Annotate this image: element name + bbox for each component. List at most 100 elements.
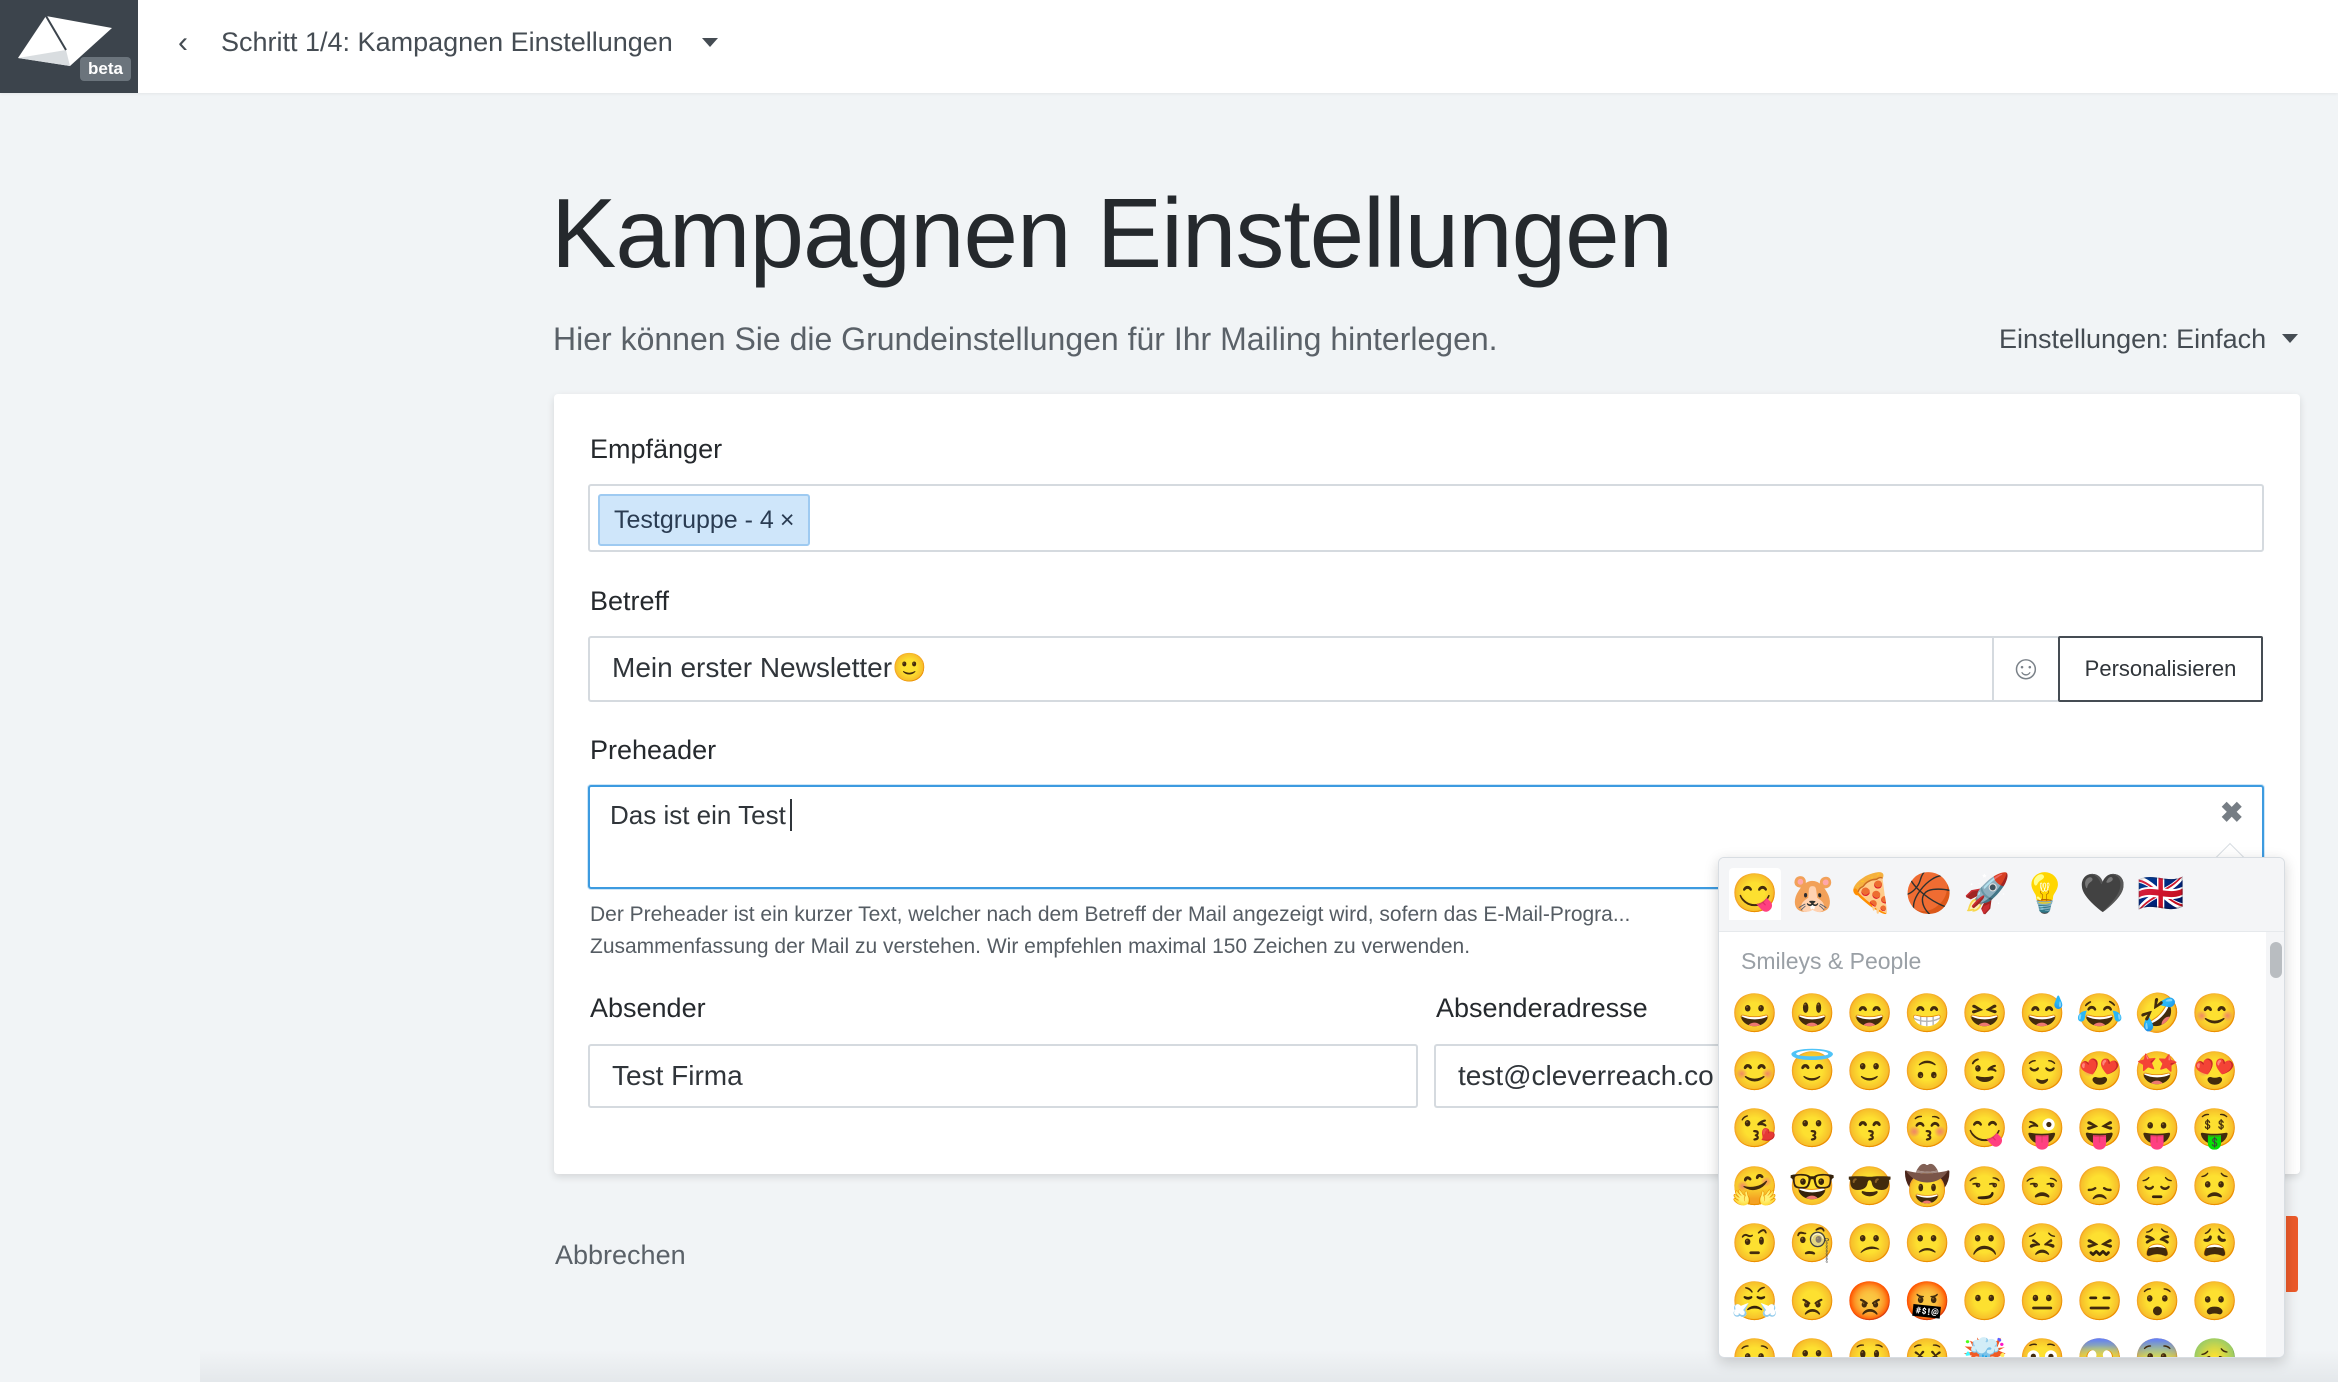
emoji-item[interactable]: 😞 <box>2074 1161 2126 1213</box>
emoji-item[interactable]: 😟 <box>2189 1161 2241 1213</box>
emoji-item[interactable]: 🤓 <box>1787 1161 1839 1213</box>
sender-label: Absender <box>590 993 706 1023</box>
emoji-item[interactable]: 🤩 <box>2132 1046 2184 1098</box>
category-flags-icon[interactable]: 🇬🇧 <box>2135 868 2187 920</box>
emoji-item[interactable]: 😯 <box>2132 1276 2184 1328</box>
emoji-item[interactable]: 😚 <box>1902 1103 1954 1155</box>
recipients-input[interactable] <box>588 484 2264 552</box>
emoji-item[interactable]: 😧 <box>1729 1333 1781 1357</box>
emoji-picker-button[interactable]: ☺ <box>1992 636 2058 700</box>
emoji-item[interactable]: 😵 <box>1902 1333 1954 1357</box>
emoji-item[interactable]: 😇 <box>1787 1046 1839 1098</box>
emoji-item[interactable]: 😨 <box>2132 1333 2184 1357</box>
emoji-item[interactable]: 🤑 <box>2189 1103 2241 1155</box>
emoji-item[interactable]: 🤬 <box>1902 1276 1954 1328</box>
personalize-button[interactable]: Personalisieren <box>2058 636 2263 702</box>
emoji-item[interactable]: 🤣 <box>2132 988 2184 1040</box>
emoji-item[interactable]: 🤗 <box>1729 1161 1781 1213</box>
preheader-label: Preheader <box>590 735 717 765</box>
emoji-item[interactable]: 😀 <box>1729 988 1781 1040</box>
category-food-icon[interactable]: 🍕 <box>1845 868 1897 920</box>
emoji-item[interactable]: 😎 <box>1844 1161 1896 1213</box>
category-travel-icon[interactable]: 🚀 <box>1961 868 2013 920</box>
remove-tag-icon[interactable]: × <box>780 506 795 534</box>
emoji-item[interactable]: 🤨 <box>1729 1218 1781 1270</box>
cancel-link[interactable]: Abbrechen <box>555 1238 686 1272</box>
emoji-picker: 😋 🐹 🍕 🏀 🚀 💡 🖤 🇬🇧 Smileys & People 😀 😃 😄 😁 😆 😅… <box>1718 857 2285 1358</box>
page-title: Kampagnen Einstellungen <box>551 178 1673 288</box>
emoji-item[interactable]: 😄 <box>1844 988 1896 1040</box>
smiley-icon: ☺ <box>2008 649 2044 687</box>
emoji-item[interactable]: 😗 <box>1787 1103 1839 1155</box>
emoji-item[interactable]: 😩 <box>2189 1218 2241 1270</box>
emoji-item[interactable]: 🙁 <box>1902 1218 1954 1270</box>
emoji-item[interactable]: 😃 <box>1787 988 1839 1040</box>
emoji-item[interactable]: 😊 <box>2189 988 2241 1040</box>
recipient-tag: Testgruppe - 4 × <box>598 494 811 546</box>
emoji-item[interactable]: 😦 <box>2189 1276 2241 1328</box>
preheader-help-text: Der Preheader ist ein kurzer Text, welch… <box>590 903 1631 958</box>
step-dropdown-caret-icon[interactable] <box>702 38 718 47</box>
settings-caret-icon[interactable] <box>2282 334 2298 343</box>
emoji-item[interactable]: 😤 <box>1729 1276 1781 1328</box>
emoji-item[interactable]: 😉 <box>1959 1046 2011 1098</box>
emoji-item[interactable]: 😱 <box>2074 1333 2126 1357</box>
emoji-item[interactable]: 😖 <box>2074 1218 2126 1270</box>
emoji-item[interactable]: 😣 <box>2017 1218 2069 1270</box>
category-symbols-icon[interactable]: 🖤 <box>2077 868 2129 920</box>
emoji-item[interactable]: 😏 <box>1959 1161 2011 1213</box>
settings-mode-toggle[interactable]: Einstellungen: Einfach <box>1999 322 2266 356</box>
emoji-item[interactable]: 😊 <box>1729 1046 1781 1098</box>
app-logo[interactable]: beta <box>0 0 138 93</box>
emoji-item[interactable]: 😂 <box>2074 988 2126 1040</box>
emoji-item[interactable]: 😙 <box>1844 1103 1896 1155</box>
emoji-item[interactable]: 😘 <box>1729 1103 1781 1155</box>
emoji-item[interactable]: 😜 <box>2017 1103 2069 1155</box>
emoji-item[interactable]: 🧐 <box>1787 1218 1839 1270</box>
emoji-item[interactable]: 😁 <box>1902 988 1954 1040</box>
emoji-item[interactable]: 🤠 <box>1902 1161 1954 1213</box>
emoji-item[interactable]: 😍 <box>2074 1046 2126 1098</box>
emoji-item[interactable]: 😒 <box>2017 1161 2069 1213</box>
emoji-item[interactable]: 😮 <box>1787 1333 1839 1357</box>
emoji-item[interactable]: 😍 <box>2189 1046 2241 1098</box>
step-title[interactable]: Schritt 1/4: Kampagnen Einstellungen <box>221 26 673 58</box>
emoji-item[interactable]: ☹️ <box>1959 1218 2011 1270</box>
category-objects-icon[interactable]: 💡 <box>2019 868 2071 920</box>
emoji-item[interactable]: 😐 <box>2017 1276 2069 1328</box>
next-button[interactable] <box>2286 1216 2298 1292</box>
picker-scroll-thumb[interactable] <box>2270 942 2282 978</box>
category-smileys-icon[interactable]: 😋 <box>1729 868 1781 920</box>
emoji-item[interactable]: 😶 <box>1959 1276 2011 1328</box>
back-icon[interactable]: ‹ <box>178 28 188 58</box>
top-bar: beta ‹ Schritt 1/4: Kampagnen Einstellun… <box>0 0 2338 93</box>
emoji-item[interactable]: 😝 <box>2074 1103 2126 1155</box>
emoji-item[interactable]: 😠 <box>1787 1276 1839 1328</box>
emoji-item[interactable]: 😑 <box>2074 1276 2126 1328</box>
emoji-item[interactable]: 🤢 <box>2189 1333 2241 1357</box>
emoji-item[interactable]: 😡 <box>1844 1276 1896 1328</box>
emoji-item[interactable]: 🙃 <box>1902 1046 1954 1098</box>
emoji-section-title: Smileys & People <box>1741 948 1922 974</box>
emoji-item[interactable]: 🤯 <box>1959 1333 2011 1357</box>
emoji-item[interactable]: 😆 <box>1959 988 2011 1040</box>
clear-preheader-icon[interactable]: ✖ <box>2220 796 2243 830</box>
emoji-item[interactable]: 😳 <box>2017 1333 2069 1357</box>
category-activity-icon[interactable]: 🏀 <box>1903 868 1955 920</box>
emoji-item[interactable]: 😌 <box>2017 1046 2069 1098</box>
subject-value: Mein erster Newsletter🙂 <box>612 652 927 683</box>
emoji-category-bar: 😋 🐹 🍕 🏀 🚀 💡 🖤 🇬🇧 <box>1719 858 2284 932</box>
emoji-item[interactable]: 😋 <box>1959 1103 2011 1155</box>
emoji-item[interactable]: 😅 <box>2017 988 2069 1040</box>
category-animals-icon[interactable]: 🐹 <box>1787 868 1839 920</box>
recipients-label: Empfänger <box>590 434 723 464</box>
emoji-item[interactable]: 😫 <box>2132 1218 2184 1270</box>
sender-value: Test Firma <box>612 1060 743 1091</box>
emoji-item[interactable]: 😔 <box>2132 1161 2184 1213</box>
emoji-item[interactable]: 🙂 <box>1844 1046 1896 1098</box>
emoji-item[interactable]: 😲 <box>1844 1333 1896 1357</box>
emoji-item[interactable]: 😛 <box>2132 1103 2184 1155</box>
emoji-item[interactable]: 😕 <box>1844 1218 1896 1270</box>
text-cursor <box>790 799 792 831</box>
picker-scrollbar[interactable] <box>2266 932 2284 1357</box>
